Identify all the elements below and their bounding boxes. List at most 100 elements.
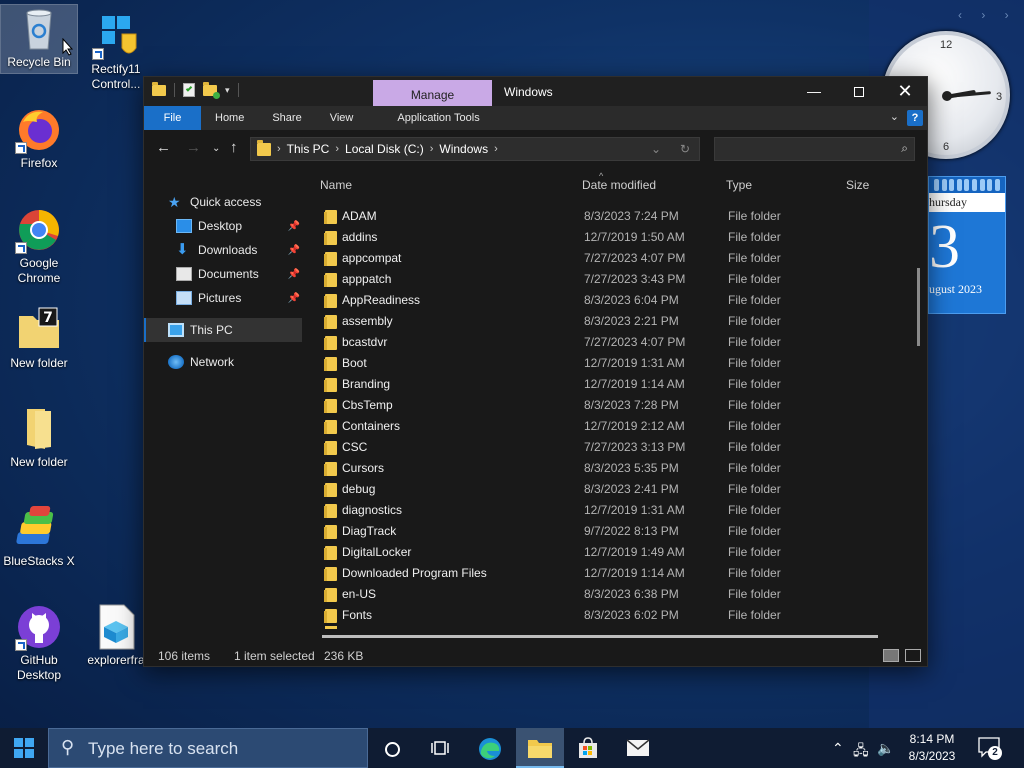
desktop-icon-label: GitHub Desktop [16,653,62,682]
desktop-icon-github[interactable]: GitHub Desktop [1,603,77,683]
desktop-icon-label: New folder [10,356,68,370]
column-header-name[interactable]: Name [320,178,352,196]
nav-this-pc[interactable]: This PC [144,318,302,342]
file-row[interactable]: CSC 7/27/2023 3:13 PM File folder [322,437,882,458]
horizontal-scrollbar[interactable] [322,635,878,638]
expand-ribbon-icon[interactable]: ⌄ [890,110,899,123]
gadget-nav-arrows[interactable]: ‹ › › [958,8,1017,22]
file-row[interactable]: AppReadiness 8/3/2023 6:04 PM File folder [322,290,882,311]
file-row[interactable]: en-US 8/3/2023 6:38 PM File folder [322,584,882,605]
folder-icon [324,420,337,434]
taskbar-store[interactable] [564,728,612,768]
details-view-button[interactable] [883,649,899,662]
file-row[interactable]: apppatch 7/27/2023 3:43 PM File folder [322,269,882,290]
edge-icon [479,738,501,760]
file-row[interactable]: DigitalLocker 12/7/2019 1:49 AM File folde… [322,542,882,563]
search-input[interactable]: ⌕ [714,137,915,161]
tab-home[interactable]: Home [201,106,258,130]
desktop-icon-new-folder-1[interactable]: 7 New folder [1,306,77,371]
task-view-button[interactable] [416,728,464,768]
help-button[interactable]: ? [907,110,923,126]
file-row[interactable]: addins 12/7/2019 1:50 AM File folder [322,227,882,248]
file-row[interactable]: Fonts 8/3/2023 6:02 PM File folder [322,605,882,626]
taskbar-mail[interactable] [614,728,662,768]
nav-quick-access[interactable]: ★ Quick access [144,190,302,214]
start-button[interactable] [0,728,48,768]
refresh-icon[interactable]: ↻ [680,142,690,156]
large-icons-view-button[interactable] [905,649,921,662]
network-tray-icon[interactable]: 🖧 [853,740,869,764]
file-row[interactable]: bcastdvr 7/27/2023 4:07 PM File folder [322,332,882,353]
column-header-date[interactable]: Date modified [582,178,656,196]
file-row[interactable]: appcompat 7/27/2023 4:07 PM File folder [322,248,882,269]
desktop-icon-firefox[interactable]: Firefox [1,106,77,171]
file-row[interactable]: CbsTemp 8/3/2023 7:28 PM File folder [322,395,882,416]
show-hidden-icons-chevron-icon[interactable]: ⌃ [832,740,844,757]
tab-share[interactable]: Share [258,106,315,130]
file-row[interactable]: Cursors 8/3/2023 5:35 PM File folder [322,458,882,479]
tab-manage[interactable]: Manage [373,80,492,106]
taskbar-edge[interactable] [466,728,514,768]
notification-center-button[interactable]: 2 [978,736,1002,760]
vertical-scrollbar[interactable] [917,268,920,346]
nav-desktop[interactable]: Desktop 📌 [144,214,302,238]
file-row[interactable]: Containers 12/7/2019 2:12 AM File folder [322,416,882,437]
file-row-partial[interactable] [325,626,337,629]
breadcrumb-local-disk[interactable]: Local Disk (C:) [345,142,424,156]
desktop-icon-new-folder-2[interactable]: New folder [1,405,77,470]
forward-arrow-icon[interactable]: → [186,139,201,156]
file-row[interactable]: ADAM 8/3/2023 7:24 PM File folder [322,206,882,227]
taskbar-file-explorer[interactable] [516,728,564,768]
recent-locations-chevron-icon[interactable]: ⌄ [212,143,220,154]
address-dropdown-icon[interactable]: ⌄ [651,142,661,156]
taskbar-clock[interactable]: 8:14 PM 8/3/2023 [904,731,960,765]
volume-icon[interactable]: 🔈 [877,740,894,757]
up-arrow-icon[interactable]: ↑ [230,139,238,156]
column-header-size[interactable]: Size [846,178,869,196]
file-name: apppatch [342,272,392,286]
pin-icon[interactable]: 📌 [288,245,300,256]
file-row[interactable]: DiagTrack 9/7/2022 8:13 PM File folder [322,521,882,542]
maximize-button[interactable] [836,77,882,106]
tab-application-tools[interactable]: Application Tools [383,106,493,130]
breadcrumb-this-pc[interactable]: This PC [287,142,330,156]
nav-network[interactable]: Network [144,350,302,374]
nav-pictures[interactable]: Pictures 📌 [144,286,302,310]
status-bar: 106 items 1 item selected 236 KB [144,645,929,667]
pin-icon[interactable]: 📌 [288,293,300,304]
file-row[interactable]: diagnostics 12/7/2019 1:31 AM File folder [322,500,882,521]
file-name: diagnostics [342,503,403,517]
properties-icon[interactable] [183,83,195,97]
network-icon [168,355,184,369]
file-row[interactable]: debug 8/3/2023 2:41 PM File folder [322,479,882,500]
new-folder-icon[interactable] [203,81,220,99]
title-bar[interactable]: ▾ Manage Windows — ✕ [144,77,927,106]
pin-icon[interactable]: 📌 [288,221,300,232]
shortcut-arrow-icon [15,242,27,254]
desktop-icon-chrome[interactable]: Google Chrome [1,206,77,286]
file-row[interactable]: assembly 8/3/2023 2:21 PM File folder [322,311,882,332]
file-row[interactable]: Boot 12/7/2019 1:31 AM File folder [322,353,882,374]
cortana-button[interactable] [368,728,416,768]
customize-qat-icon[interactable]: ▾ [225,85,230,96]
breadcrumb-windows[interactable]: Windows [439,142,488,156]
nav-downloads[interactable]: ⬇ Downloads 📌 [144,238,302,262]
nav-documents[interactable]: Documents 📌 [144,262,302,286]
nav-label: This PC [190,323,233,337]
minimize-button[interactable]: — [791,77,837,106]
close-button[interactable]: ✕ [882,77,928,106]
file-row[interactable]: Branding 12/7/2019 1:14 AM File folder [322,374,882,395]
file-type: File folder [728,419,781,433]
tab-view[interactable]: View [316,106,368,130]
nav-label: Downloads [198,243,258,257]
desktop-icon-bluestacks[interactable]: BlueStacks X [1,504,77,569]
taskbar-search-box[interactable]: ⚲ Type here to search [48,728,368,768]
address-bar[interactable]: › This PC › Local Disk (C:) › Windows › [250,137,700,161]
pin-icon[interactable]: 📌 [288,269,300,280]
tab-file[interactable]: File [144,106,201,130]
file-row[interactable]: Downloaded Program Files 12/7/2019 1:14 A… [322,563,882,584]
file-date-modified: 8/3/2023 6:02 PM [584,608,679,622]
column-header-type[interactable]: Type [726,178,752,196]
folder-icon [324,336,337,350]
back-arrow-icon[interactable]: ← [156,139,171,156]
